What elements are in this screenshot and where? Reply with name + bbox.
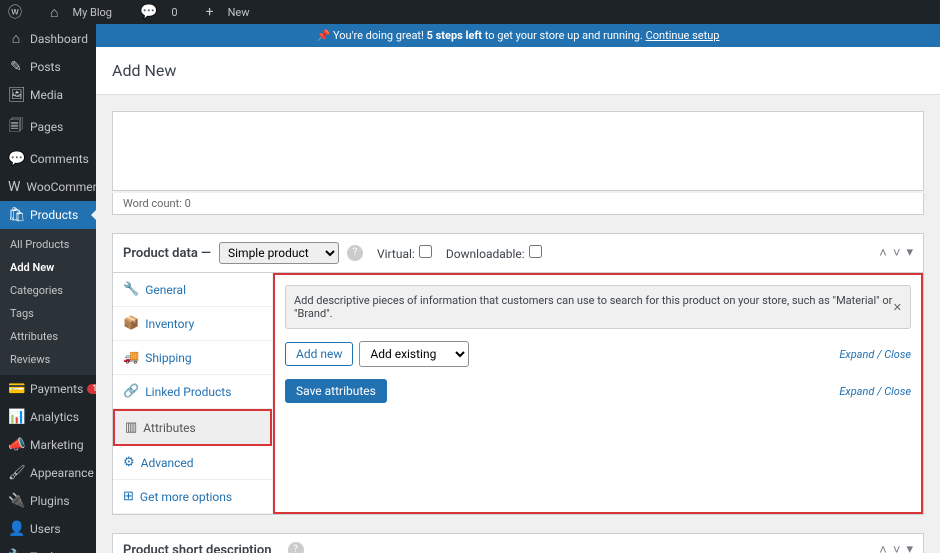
toggle-up-icon[interactable]: ˄: [879, 245, 887, 261]
product-data-title: Product data —: [123, 246, 211, 261]
toggle-down-icon[interactable]: ˅: [893, 245, 901, 261]
marketing-icon: 📣: [8, 437, 24, 453]
help-icon[interactable]: ?: [288, 542, 304, 553]
virtual-label: Virtual:: [377, 245, 432, 261]
sub-add-new[interactable]: Add New: [0, 256, 96, 279]
tab-inventory[interactable]: 📦Inventory: [113, 307, 272, 341]
downloadable-checkbox[interactable]: [529, 245, 542, 258]
general-icon: 🔧: [123, 282, 139, 297]
toggle-sort-icon[interactable]: ▾: [906, 245, 913, 261]
admin-toolbar: ⓦ ⌂My Blog 💬0 +New: [0, 0, 940, 24]
tools-icon: 🔧: [8, 549, 24, 553]
menu-dashboard[interactable]: ⌂Dashboard: [0, 24, 96, 53]
product-type-select[interactable]: Simple product: [219, 242, 339, 264]
linked-icon: 🔗: [123, 384, 139, 399]
menu-woocommerce[interactable]: WWooCommerce: [0, 173, 96, 201]
pin-icon: ✎: [8, 59, 24, 75]
expand-close-link[interactable]: Expand / Close: [839, 348, 911, 361]
add-new-button[interactable]: Add new: [285, 342, 353, 366]
menu-analytics[interactable]: 📊Analytics: [0, 403, 96, 431]
products-submenu: All Products Add New Categories Tags Att…: [0, 229, 96, 375]
comments-icon: 💬: [8, 151, 24, 167]
site-link[interactable]: ⌂My Blog: [50, 4, 126, 21]
menu-media[interactable]: 🖼Media: [0, 81, 96, 109]
continue-setup-link[interactable]: Continue setup: [646, 29, 720, 42]
toggle-sort-icon[interactable]: ▾: [906, 542, 913, 553]
attributes-icon: ▥: [125, 420, 137, 435]
tab-get-more[interactable]: ⊞Get more options: [113, 480, 272, 514]
product-data-box: Product data — Simple product ? Virtual:…: [112, 233, 924, 515]
shipping-icon: 🚚: [123, 350, 139, 365]
product-data-header: Product data — Simple product ? Virtual:…: [113, 234, 923, 273]
toggle-down-icon[interactable]: ˅: [893, 542, 901, 553]
appearance-icon: 🖌: [8, 465, 24, 481]
menu-payments[interactable]: 💳Payments1: [0, 375, 96, 403]
more-icon: ⊞: [123, 489, 134, 504]
inventory-icon: 📦: [123, 316, 139, 331]
tab-shipping[interactable]: 🚚Shipping: [113, 341, 272, 375]
downloadable-label: Downloadable:: [446, 245, 542, 261]
menu-products[interactable]: 🛍Products: [0, 201, 96, 229]
wp-logo[interactable]: ⓦ: [8, 2, 36, 22]
tab-attributes[interactable]: ▥Attributes: [113, 409, 272, 446]
tab-advanced[interactable]: ⚙Advanced: [113, 446, 272, 480]
main-editor[interactable]: [112, 111, 924, 191]
sub-tags[interactable]: Tags: [0, 302, 96, 325]
page-header: Add New: [96, 47, 940, 95]
save-attributes-button[interactable]: Save attributes: [285, 379, 387, 403]
media-icon: 🖼: [8, 87, 24, 103]
tab-linked-products[interactable]: 🔗Linked Products: [113, 375, 272, 409]
pages-icon: 🗐: [8, 115, 24, 139]
menu-pages[interactable]: 🗐Pages: [0, 109, 96, 145]
products-icon: 🛍: [8, 207, 24, 223]
sub-categories[interactable]: Categories: [0, 279, 96, 302]
menu-posts[interactable]: ✎Posts: [0, 53, 96, 81]
new-link[interactable]: +New: [206, 4, 264, 20]
analytics-icon: 📊: [8, 409, 24, 425]
setup-banner: 📌 You're doing great! 5 steps left to ge…: [96, 24, 940, 47]
menu-tools[interactable]: 🔧Tools: [0, 543, 96, 553]
attributes-panel: Add descriptive pieces of information th…: [273, 273, 923, 514]
sub-all-products[interactable]: All Products: [0, 233, 96, 256]
payments-icon: 💳: [8, 381, 24, 397]
menu-marketing[interactable]: 📣Marketing: [0, 431, 96, 459]
page-title: Add New: [112, 61, 924, 80]
help-icon[interactable]: ?: [347, 245, 363, 261]
menu-appearance[interactable]: 🖌Appearance: [0, 459, 96, 487]
virtual-checkbox[interactable]: [419, 245, 432, 258]
plugins-icon: 🔌: [8, 493, 24, 509]
users-icon: 👤: [8, 521, 24, 537]
toggle-up-icon[interactable]: ˄: [879, 542, 887, 553]
advanced-icon: ⚙: [123, 455, 135, 470]
short-description-box: Product short description ? ˄ ˅ ▾ 🖼 Add …: [112, 533, 924, 553]
dashboard-icon: ⌂: [8, 30, 24, 47]
add-existing-select[interactable]: Add existing: [359, 341, 469, 367]
comments-link[interactable]: 💬0: [140, 4, 192, 20]
payments-badge: 1: [87, 384, 96, 394]
dismiss-info-icon[interactable]: ✕: [893, 301, 902, 314]
product-data-tabs: 🔧General 📦Inventory 🚚Shipping 🔗Linked Pr…: [113, 273, 273, 514]
menu-users[interactable]: 👤Users: [0, 515, 96, 543]
info-message: Add descriptive pieces of information th…: [285, 285, 911, 329]
short-desc-title: Product short description: [123, 543, 272, 553]
tab-general[interactable]: 🔧General: [113, 273, 272, 307]
expand-close-link-2[interactable]: Expand / Close: [839, 385, 911, 398]
content-area: 📌 You're doing great! 5 steps left to ge…: [96, 24, 940, 553]
menu-plugins[interactable]: 🔌Plugins: [0, 487, 96, 515]
admin-sidebar: ⌂Dashboard ✎Posts 🖼Media 🗐Pages 💬Comment…: [0, 24, 96, 553]
sub-attributes[interactable]: Attributes: [0, 325, 96, 348]
woo-icon: W: [8, 179, 20, 195]
sub-reviews[interactable]: Reviews: [0, 348, 96, 371]
menu-comments[interactable]: 💬Comments: [0, 145, 96, 173]
editor-status: Word count: 0: [112, 193, 924, 215]
